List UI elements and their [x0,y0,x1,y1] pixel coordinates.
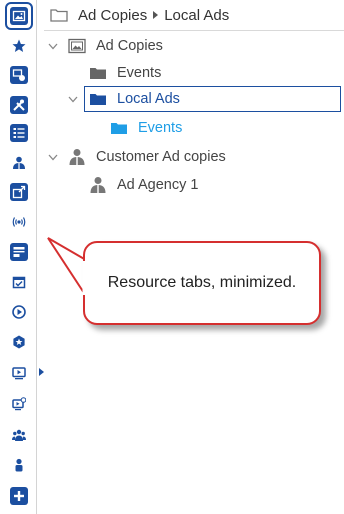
chevron-down-icon[interactable] [48,41,58,51]
user-group-icon [89,177,107,193]
folder-icon [89,65,107,81]
play-circle-icon [10,303,28,321]
user-groups-tab[interactable] [7,151,31,175]
image-gallery-icon [10,7,28,25]
screen-tab[interactable] [7,392,31,416]
tools-tab[interactable] [7,93,31,117]
tree-node-label: Local Ads [117,91,180,107]
video-player-icon [10,364,28,382]
person-tab[interactable] [7,453,31,477]
form-tab[interactable] [7,240,31,264]
playback-tab[interactable] [7,300,31,324]
folder-outline-icon [50,9,68,22]
add-tab[interactable] [7,484,31,508]
tree-node-events[interactable]: Events [89,60,161,86]
resize-window-icon [10,183,28,201]
breadcrumb-current: Local Ads [164,6,230,24]
badge-star-icon [10,333,28,351]
timer-tab[interactable] [7,63,31,87]
form-icon [10,243,28,261]
folder-icon [110,120,128,136]
folder-icon [89,91,107,107]
tree-node-local-ads[interactable]: Local Ads [68,86,341,112]
tree-node-label: Events [138,120,183,136]
image-gallery-tab[interactable] [5,2,33,30]
team-tab[interactable] [7,423,31,447]
callout-text: Resource tabs, minimized. [107,274,297,291]
tree-node-label: Events [117,65,162,81]
resource-tabs-rail [0,0,37,514]
breadcrumb: Ad Copies Local Ads [44,0,344,31]
tree-node-customer-ad-copies[interactable]: Customer Ad copies [48,144,226,170]
star-icon [10,37,28,55]
broadcast-tab[interactable] [7,210,31,234]
tree-node-events-child[interactable]: Events [110,115,182,141]
tree-node-label: Ad Copies [96,38,163,54]
chevron-down-icon[interactable] [48,152,58,162]
video-tab[interactable] [7,361,31,385]
badge-tab[interactable] [7,330,31,354]
tree-node-label: Ad Agency 1 [117,177,199,193]
screen-check-icon [10,395,28,413]
favorites-tab[interactable] [7,34,31,58]
user-group-icon [68,149,86,165]
timer-badge-icon [10,66,28,84]
breadcrumb-separator-icon [153,11,159,19]
calendar-tab[interactable] [7,270,31,294]
broadcast-icon [10,213,28,231]
add-icon [10,487,28,505]
calendar-check-icon [10,273,28,291]
breadcrumb-root[interactable]: Ad Copies [78,7,147,24]
user-group-icon [10,154,28,172]
tree-node-ad-agency-1[interactable]: Ad Agency 1 [89,172,198,198]
chevron-down-icon[interactable] [68,94,78,104]
checklist-tab[interactable] [7,121,31,145]
tools-icon [10,96,28,114]
tree-node-ad-copies[interactable]: Ad Copies [48,33,163,59]
annotation-callout: Resource tabs, minimized. [40,230,340,325]
team-icon [10,426,28,444]
callout-box: Resource tabs, minimized. [83,241,321,325]
resize-tab[interactable] [7,180,31,204]
image-folder-icon [68,38,86,54]
tree-node-label: Customer Ad copies [96,149,226,165]
checklist-icon [10,124,28,142]
person-icon [10,456,28,474]
